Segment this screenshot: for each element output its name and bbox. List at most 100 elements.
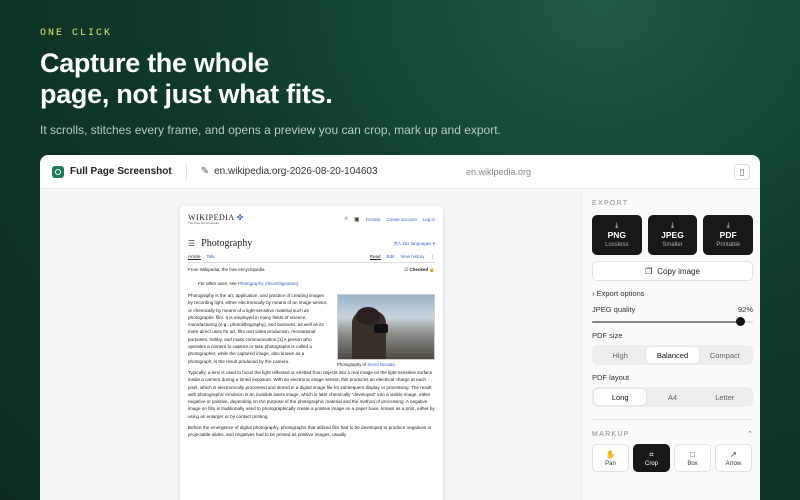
wiki-paragraph-2: Typically, a lens is used to focus the l… [188,369,435,419]
jpeg-quality-row: JPEG quality 92% [592,305,753,314]
export-png-hint: Lossless [605,242,629,248]
wiki-figure: Photography of Sierra Nevada [337,294,435,367]
photograph-image [337,294,435,360]
pdf-size-compact[interactable]: Compact [699,347,751,363]
wiki-tool-login: Log in [422,216,435,222]
tool-crop[interactable]: ⌗ Crop [633,444,670,472]
headline: Capture the whole page, not just what fi… [40,48,501,110]
headline-line-2: page, not just what fits. [40,79,333,109]
export-pdf-button[interactable]: ⤓ PDF Printable [703,215,754,255]
wiki-logo: WIKIPEDIA ✤ The Free Encyclopedia [188,213,243,225]
markup-section-label: MARKUP [592,430,630,438]
tool-arrow[interactable]: ↗ Arrow [715,444,752,472]
preview-canvas[interactable]: WIKIPEDIA ✤ The Free Encyclopedia ⌕ ▣ Don… [40,190,581,500]
sidebar-toggle-icon[interactable]: ▯ [734,164,750,180]
appearance-icon: ▣ [354,216,360,223]
wiki-paragraph-3: Before the emergence of digital photogra… [188,425,432,438]
pan-icon: ✋ [605,449,616,459]
subtitle: It scrolls, stitches every frame, and op… [40,123,501,137]
tool-box[interactable]: □ Box [674,444,711,472]
slider-fill [592,321,741,323]
tool-box-label: Box [687,460,698,467]
titlebar: Full Page Screenshot ✎ en.wikipedia.org-… [40,155,760,189]
copy-image-label: Copy image [657,266,700,276]
wiki-checked-label: Checked [409,267,429,272]
wiki-tool-create-account: Create account [386,216,417,222]
chevron-right-icon: › [592,289,595,298]
wiki-languages-label: 152 languages [401,240,432,246]
hero: ONE CLICK Capture the whole page, not ju… [40,28,501,137]
caption-prefix: Photography of [337,362,367,367]
wiki-tab-talk: Talk [206,254,215,259]
tool-arrow-label: Arrow [725,460,742,467]
jpeg-quality-label: JPEG quality [592,305,636,314]
app-name: Full Page Screenshot [70,166,172,177]
camera-icon [52,165,64,178]
export-png-button[interactable]: ⤓ PNG Lossless [592,215,642,255]
box-icon: □ [690,449,695,459]
jpeg-quality-value: 92% [737,305,753,314]
pdf-size-balanced[interactable]: Balanced [646,347,699,363]
export-options-toggle[interactable]: › Export options [592,289,753,298]
wiki-languages: 文A 152 languages ▾ [393,240,435,246]
photo-camera [374,324,388,333]
markup-header[interactable]: MARKUP ⌃ [592,420,753,439]
side-panel: EXPORT ⤓ PNG Lossless ⤓ JPEG Smaller ⤓ P… [581,190,760,500]
wiki-from: From Wikipedia, the free encyclopedia [188,267,265,272]
download-icon: ⤓ [726,222,730,229]
pdf-size-high[interactable]: High [594,347,646,363]
wiki-title-row: ☰ Photography 文A 152 languages ▾ [188,238,435,249]
download-icon: ⤓ [615,222,619,229]
more-icon: ⋮ [430,254,436,259]
app-window: Full Page Screenshot ✎ en.wikipedia.org-… [40,155,760,500]
export-jpeg-label: JPEG [661,230,684,240]
export-pdf-label: PDF [719,230,737,240]
headline-line-1: Capture the whole [40,48,269,78]
wiki-tab-read: Read [369,254,381,260]
export-pdf-hint: Printable [716,242,741,248]
export-options-label: Export options [596,289,645,298]
export-jpeg-button[interactable]: ⤓ JPEG Smaller [647,215,698,255]
eyebrow: ONE CLICK [40,28,113,39]
search-icon: ⌕ [344,215,349,222]
pencil-icon[interactable]: ✎ [201,166,209,177]
menu-icon: ☰ [188,239,196,248]
download-icon: ⤓ [670,222,675,229]
pdf-layout-label: PDF layout [592,373,630,382]
arrow-icon: ↗ [730,449,737,459]
jpeg-quality-slider[interactable] [592,317,753,326]
captured-page[interactable]: WIKIPEDIA ✤ The Free Encyclopedia ⌕ ▣ Don… [180,206,443,500]
pdf-layout-a4[interactable]: A4 [646,389,698,405]
wiki-tabs: Article Talk Read Edit View history ⋮ [188,254,435,263]
titlebar-divider [185,163,187,180]
source-domain: en.wikipedia.org [466,166,532,177]
wiki-tab-article: Article [188,254,201,260]
file-name[interactable]: en.wikipedia.org-2026-08-20-104603 [214,166,377,177]
export-jpeg-hint: Smaller [662,242,683,248]
wiki-paragraph-1: Photography is the art, application, and… [188,293,328,364]
pdf-layout-long[interactable]: Long [594,389,647,405]
copy-image-button[interactable]: ❐ Copy image [592,261,753,281]
wiki-body: Photography of Sierra Nevada Photography… [188,292,435,439]
pdf-size-segmented: High Balanced Compact [592,345,753,365]
crop-icon: ⌗ [649,449,654,459]
hatnote-link: Photography (disambiguation). [238,281,300,286]
hatnote-prefix: For other uses, see [198,281,237,286]
tool-pan[interactable]: ✋ Pan [592,444,629,472]
markup-tools: ✋ Pan ⌗ Crop □ Box ↗ Arrow [592,444,753,472]
slider-handle[interactable] [735,317,745,326]
wiki-header: WIKIPEDIA ✤ The Free Encyclopedia ⌕ ▣ Don… [188,212,435,226]
export-png-label: PNG [607,230,627,240]
pdf-layout-letter[interactable]: Letter [699,389,751,405]
wiki-tools: ⌕ ▣ Donate Create account Log in [345,216,435,223]
wiki-checked: ☑ Checked 🔒 [404,267,435,272]
export-section-label: EXPORT [592,200,629,207]
pdf-size-label: PDF size [592,331,623,340]
photo-hair [356,307,380,325]
chevron-up-icon: ⌃ [747,431,753,438]
figure-caption: Photography of Sierra Nevada [337,362,435,367]
caption-link: Sierra Nevada [367,362,395,367]
copy-icon: ❐ [645,266,653,276]
puzzle-globe-icon: ✤ [236,213,244,222]
export-buttons: ⤓ PNG Lossless ⤓ JPEG Smaller ⤓ PDF Prin… [592,215,754,255]
